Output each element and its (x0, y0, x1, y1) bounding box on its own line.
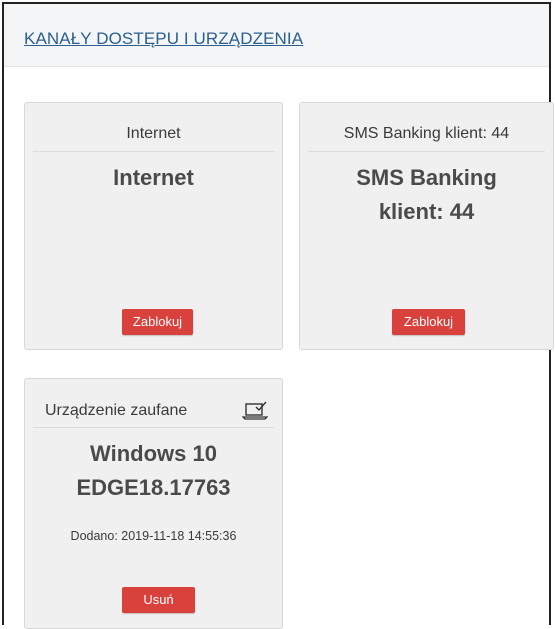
card-title-line: SMS Banking (356, 165, 497, 190)
card-title-line: Windows 10 (90, 441, 217, 466)
section-header: KANAŁY DOSTĘPU I URZĄDZENIA (4, 4, 549, 67)
block-button[interactable]: Zablokuj (122, 309, 193, 335)
card-header: SMS Banking klient: 44 (308, 125, 545, 152)
page-frame: KANAŁY DOSTĘPU I URZĄDZENIA Internet Int… (2, 2, 554, 629)
added-date: Dodano: 2019-11-18 14:55:36 (70, 529, 237, 543)
card-header: Urządzenie zaufane (33, 401, 274, 428)
trusted-device-card: Urządzenie zaufane Windows 10 EDGE18.177… (24, 378, 283, 629)
channel-card-internet: Internet Internet Zablokuj (24, 102, 283, 350)
card-title: Windows 10 EDGE18.17763 (33, 437, 274, 505)
block-button[interactable]: Zablokuj (392, 309, 465, 335)
card-header: Internet (33, 125, 274, 152)
card-title: SMS Banking klient: 44 (308, 161, 545, 229)
card-title-line: Internet (113, 165, 194, 190)
card-title: Internet (33, 161, 274, 195)
card-title-line: EDGE18.17763 (76, 475, 231, 500)
card-title-line: klient: 44 (378, 199, 475, 224)
laptop-check-icon (242, 401, 268, 420)
card-header-label: Urządzenie zaufane (45, 402, 188, 419)
channel-card-sms-banking: SMS Banking klient: 44 SMS Banking klien… (299, 102, 554, 350)
section-title-link[interactable]: KANAŁY DOSTĘPU I URZĄDZENIA (24, 29, 303, 49)
remove-button[interactable]: Usuń (122, 587, 195, 613)
